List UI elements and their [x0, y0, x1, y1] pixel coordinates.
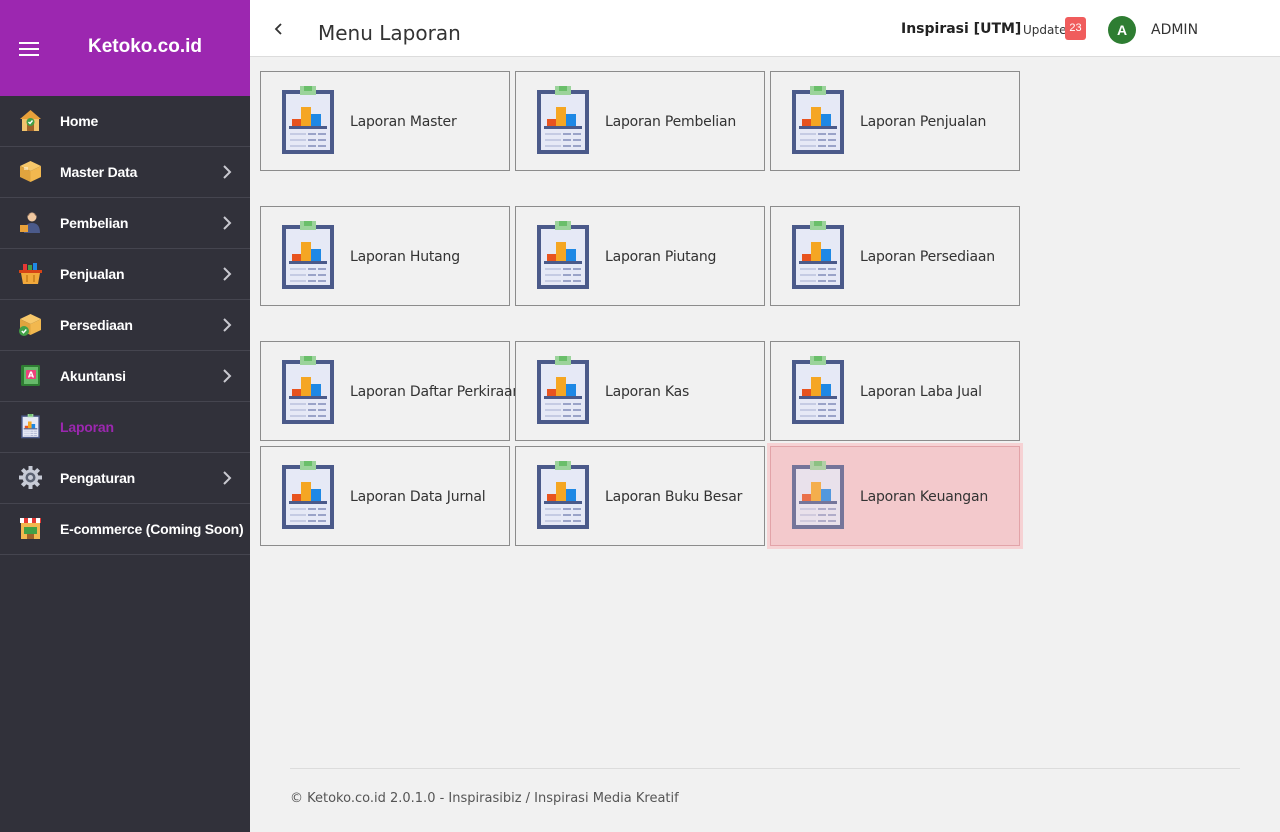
chevron-right-icon	[222, 471, 232, 485]
report-card-master[interactable]: Laporan Master	[260, 71, 510, 171]
sidebar-item-label: Home	[60, 113, 99, 129]
report-clipboard-icon	[790, 461, 846, 531]
chevron-right-icon	[222, 267, 232, 281]
report-clipboard-icon	[790, 221, 846, 291]
report-clipboard-icon	[790, 86, 846, 156]
report-clipboard-icon	[280, 221, 336, 291]
report-card-label: Laporan Piutang	[605, 249, 717, 265]
sidebar-item-label: Laporan	[60, 419, 114, 435]
sidebar-item-label: Pembelian	[60, 215, 129, 231]
report-card-pembelian[interactable]: Laporan Pembelian	[515, 71, 765, 171]
basket-icon	[19, 263, 42, 284]
report-clipboard-icon	[280, 86, 336, 156]
report-card-label: Laporan Hutang	[350, 249, 460, 265]
report-card-piutang[interactable]: Laporan Piutang	[515, 206, 765, 306]
report-card-label: Laporan Daftar Perkiraan	[350, 384, 522, 400]
report-clipboard-icon	[535, 221, 591, 291]
sidebar-item-akuntansi[interactable]: A Akuntansi	[0, 351, 250, 402]
sidebar-item-penjualan[interactable]: Penjualan	[0, 249, 250, 300]
chevron-right-icon	[222, 369, 232, 383]
avatar[interactable]: A	[1108, 16, 1136, 44]
report-card-label: Laporan Buku Besar	[605, 489, 743, 505]
report-clipboard-icon	[535, 356, 591, 426]
report-card-data-jurnal[interactable]: Laporan Data Jurnal	[260, 446, 510, 546]
report-card-penjualan[interactable]: Laporan Penjualan	[770, 71, 1020, 171]
report-card-label: Laporan Laba Jual	[860, 384, 982, 400]
chevron-right-icon	[222, 165, 232, 179]
hamburger-menu-icon[interactable]	[19, 42, 39, 56]
home-icon	[20, 110, 41, 131]
report-card-kas[interactable]: Laporan Kas	[515, 341, 765, 441]
stock-box-icon	[19, 314, 41, 336]
report-card-hutang[interactable]: Laporan Hutang	[260, 206, 510, 306]
report-card-laba-jual[interactable]: Laporan Laba Jual	[770, 341, 1020, 441]
report-card-buku-besar[interactable]: Laporan Buku Besar	[515, 446, 765, 546]
report-clipboard-icon	[280, 461, 336, 531]
sidebar-item-label: Persediaan	[60, 317, 133, 333]
svg-text:A: A	[28, 371, 35, 380]
report-card-label: Laporan Persediaan	[860, 249, 995, 265]
sidebar-item-persediaan[interactable]: Persediaan	[0, 300, 250, 351]
report-card-label: Laporan Kas	[605, 384, 690, 400]
report-card-label: Laporan Master	[350, 114, 457, 130]
sidebar-item-label: Master Data	[60, 164, 138, 180]
brand-header: Ketoko.co.id	[0, 0, 250, 96]
sidebar-item-label: Pengaturan	[60, 470, 136, 486]
report-clipboard-icon	[535, 461, 591, 531]
footer-copyright: © Ketoko.co.id 2.0.1.0 - Inspirasibiz / …	[290, 791, 679, 806]
update-link[interactable]: Update	[1023, 23, 1066, 37]
sidebar-item-master-data[interactable]: Master Data	[0, 147, 250, 198]
back-arrow-icon[interactable]	[272, 22, 286, 36]
sidebar-item-pengaturan[interactable]: Pengaturan	[0, 453, 250, 504]
update-count-badge[interactable]: 23	[1065, 17, 1086, 40]
sidebar-item-pembelian[interactable]: Pembelian	[0, 198, 250, 249]
company-name: Inspirasi [UTM]	[901, 21, 1022, 37]
sidebar-item-home[interactable]: Home	[0, 96, 250, 147]
report-clipboard-icon	[18, 414, 43, 439]
box-icon	[20, 161, 41, 182]
report-clipboard-icon	[280, 356, 336, 426]
report-card-persediaan[interactable]: Laporan Persediaan	[770, 206, 1020, 306]
page-title: Menu Laporan	[318, 21, 461, 45]
sidebar-item-label: Penjualan	[60, 266, 125, 282]
report-card-label: Laporan Keuangan	[860, 489, 989, 505]
storefront-icon	[20, 518, 41, 539]
gear-icon	[19, 466, 42, 489]
report-card-label: Laporan Penjualan	[860, 114, 987, 130]
sidebar-item-laporan[interactable]: Laporan	[0, 402, 250, 453]
report-card-label: Laporan Data Jurnal	[350, 489, 486, 505]
chevron-right-icon	[222, 318, 232, 332]
buyer-icon	[20, 212, 40, 233]
sidebar-item-label: Akuntansi	[60, 368, 126, 384]
footer-divider	[290, 768, 1240, 769]
ledger-book-icon: A	[21, 365, 40, 386]
brand-title: Ketoko.co.id	[88, 36, 203, 57]
report-card-keuangan[interactable]: Laporan Keuangan	[770, 446, 1020, 546]
report-card-label: Laporan Pembelian	[605, 114, 737, 130]
chevron-right-icon	[222, 216, 232, 230]
sidebar-item-ecommerce[interactable]: E-commerce (Coming Soon)	[0, 504, 250, 555]
username[interactable]: ADMIN	[1151, 22, 1198, 38]
report-clipboard-icon	[535, 86, 591, 156]
sidebar-item-label: E-commerce (Coming Soon)	[60, 521, 244, 537]
top-bar: Menu Laporan Inspirasi [UTM] Update 23 A…	[250, 0, 1280, 57]
report-card-daftar-perkiraan[interactable]: Laporan Daftar Perkiraan	[260, 341, 521, 441]
sidebar: Ketoko.co.id Home Master Data Pembelian	[0, 0, 250, 832]
report-clipboard-icon	[790, 356, 846, 426]
